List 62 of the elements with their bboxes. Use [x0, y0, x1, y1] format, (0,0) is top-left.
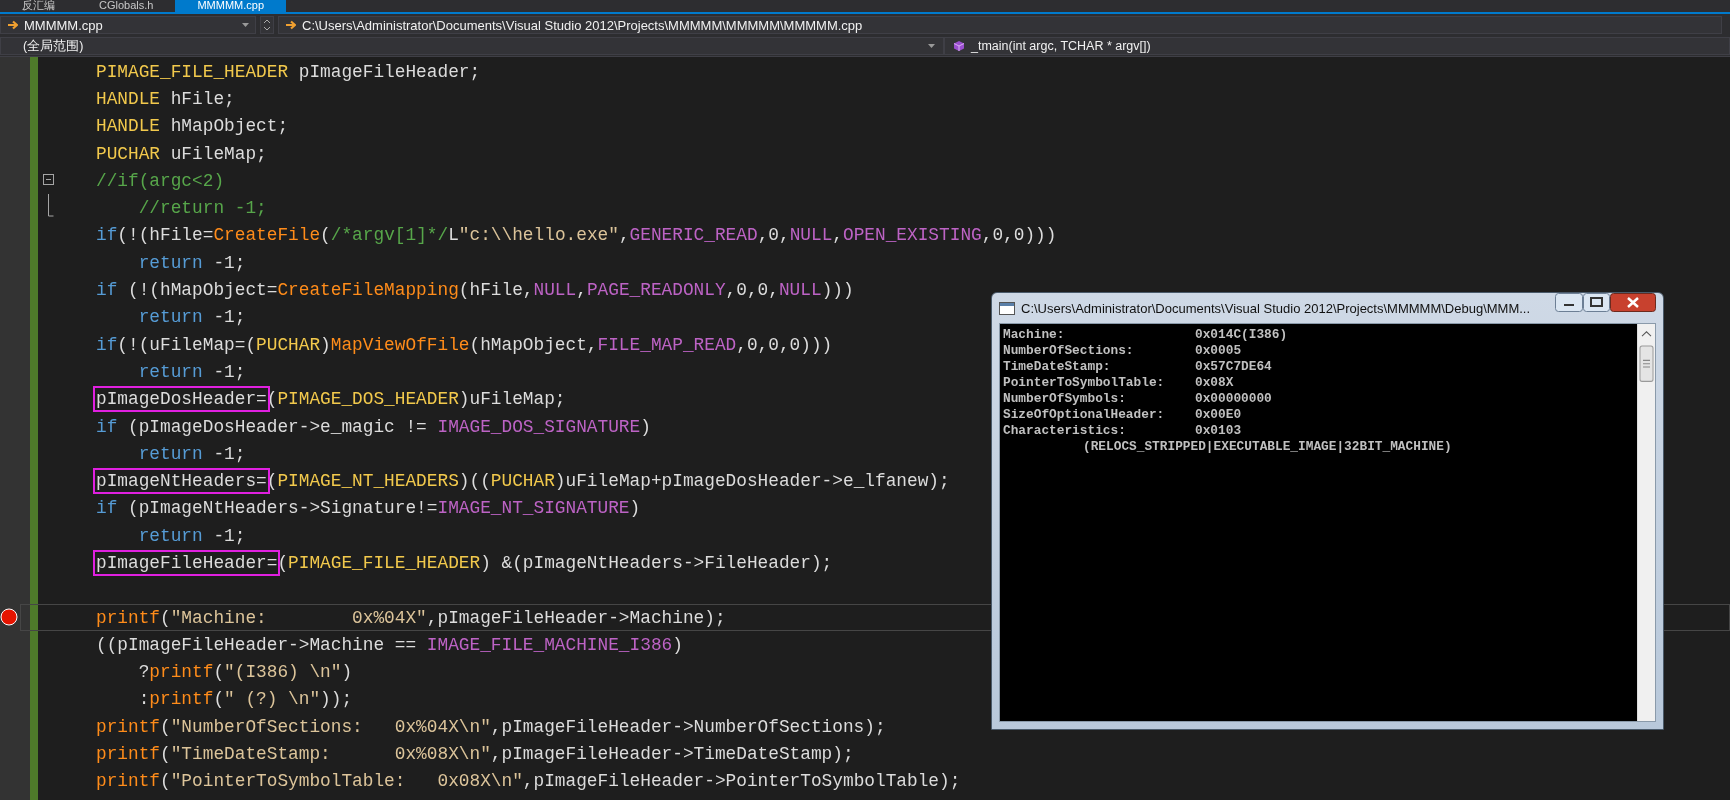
console-value: 0x00000000	[1195, 391, 1272, 407]
code-line: printf("PointerToSymbolTable: 0x08X\n",pImageFileHeader->PointerToSymbolTable);	[95, 771, 961, 792]
console-label: PointerToSymbolTable:	[1003, 375, 1166, 391]
minimize-button[interactable]	[1555, 293, 1583, 312]
console-label: NumberOfSymbols:	[1003, 391, 1127, 407]
console-value: 0x00E0	[1195, 407, 1242, 423]
console-line: (RELOCS_STRIPPED|EXECUTABLE_IMAGE|32BIT_MACHINE)	[1082, 439, 1453, 455]
spin-icon[interactable]	[260, 16, 274, 34]
code-line: return -1;	[137, 361, 246, 382]
code-line: if (pImageNtHeaders->Signature!=IMAGE_NT_SIGNATURE)	[95, 498, 641, 519]
code-line: if (!(hMapObject=CreateFileMapping(hFile,NULL,PAGE_READONLY,0,0,NULL)))	[95, 280, 854, 300]
caret-icon	[242, 23, 249, 27]
code-line: if (pImageDosHeader->e_magic != IMAGE_DOS_SIGNATURE)	[95, 416, 651, 437]
code-line: HANDLE hMapObject;	[95, 116, 289, 137]
console-label: Machine:	[1003, 327, 1066, 343]
console-label: SizeOfOptionalHeader:	[1003, 407, 1166, 423]
console-value: 0x57C7DE64	[1195, 359, 1272, 375]
console-value: 0x08X	[1195, 375, 1234, 391]
window-title: C:\Users\Administrator\Documents\Visual Studio 2012\Projects\MMMMM\Debug\MMM...	[1021, 300, 1532, 316]
code-line: //if(argc<2)	[95, 170, 225, 191]
console-value: 0x014C(I386)	[1195, 327, 1288, 343]
console-label: TimeDateStamp:	[1003, 359, 1112, 375]
code-line: if(!(uFileMap=(PUCHAR)MapViewOfFile(hMapObject,FILE_MAP_READ,0,0,0)))	[95, 334, 833, 355]
code-line: ((pImageFileHeader->Machine == IMAGE_FILE_MACHINE_I386)	[95, 634, 683, 655]
file-dropdown[interactable]: MMMMM.cpp	[0, 16, 256, 34]
collapse-icon[interactable]	[43, 174, 54, 186]
console-label: Characteristics:	[1003, 423, 1127, 439]
editor-tab[interactable]: 反汇编	[0, 0, 77, 12]
code-line: return -1;	[137, 307, 246, 328]
code-line: printf("Machine: 0x%04X",pImageFileHeader->Machine);	[95, 607, 726, 628]
arrow-icon	[285, 20, 296, 30]
code-line: pImageNtHeaders=(PIMAGE_NT_HEADERS)((PUCHAR)uFileMap+pImageDosHeader->e_lfanew);	[68, 471, 950, 492]
scope-dropdown[interactable]: (全局范围)	[0, 37, 944, 55]
code-line: //return -1;	[137, 198, 267, 219]
console-icon	[999, 300, 1015, 316]
console-label: NumberOfSections:	[1003, 343, 1135, 359]
editor-tab[interactable]: CGlobals.h	[77, 0, 176, 12]
code-line: return -1;	[137, 252, 246, 273]
path-dropdown[interactable]: C:\Users\Administrator\Documents\Visual Studio 2012\Projects\MMMMM\MMMMM\MMMMM.cpp	[278, 16, 1722, 34]
member-dropdown[interactable]: _tmain(int argc, TCHAR * argv[])	[944, 37, 1730, 55]
code-line: pImageFileHeader=(PIMAGE_FILE_HEADER) &(pImageNtHeaders->FileHeader);	[68, 553, 833, 573]
code-line: return -1;	[137, 525, 246, 546]
code-line: if(!(hFile=CreateFile(/*argv[1]*/L"c:\\hello.exe",GENERIC_READ,0,NULL,OPEN_EXISTING,0,0)))	[95, 225, 1057, 246]
code-line: PIMAGE_FILE_HEADER pImageFileHeader;	[95, 61, 481, 82]
console-value: 0x0005	[1195, 343, 1242, 359]
code-line: PUCHAR uFileMap;	[95, 143, 267, 164]
code-line: printf("TimeDateStamp: 0x%08X\n",pImageFileHeader->TimeDateStamp);	[95, 744, 854, 765]
code-line: ?printf("(I386) \n")	[137, 662, 353, 683]
code-line: HANDLE hFile;	[95, 88, 235, 109]
maximize-button[interactable]	[1583, 293, 1610, 312]
method-icon	[953, 40, 965, 52]
console-value: 0x0103	[1195, 423, 1242, 439]
breakpoint-icon[interactable]	[0, 607, 18, 626]
arrow-icon	[7, 20, 18, 30]
caret-icon	[928, 44, 935, 48]
code-line: return -1;	[137, 443, 246, 464]
close-button[interactable]	[1610, 293, 1656, 312]
editor-tab[interactable]: MMMMM.cpp	[175, 0, 287, 12]
scrollbar[interactable]	[1637, 324, 1655, 721]
code-line: :printf(" (?) \n"));	[137, 689, 353, 710]
code-line: printf("NumberOfSections: 0x%04X\n",pImageFileHeader->NumberOfSections);	[95, 716, 886, 737]
code-line: pImageDosHeader=(PIMAGE_DOS_HEADER)uFileMap;	[68, 389, 566, 410]
